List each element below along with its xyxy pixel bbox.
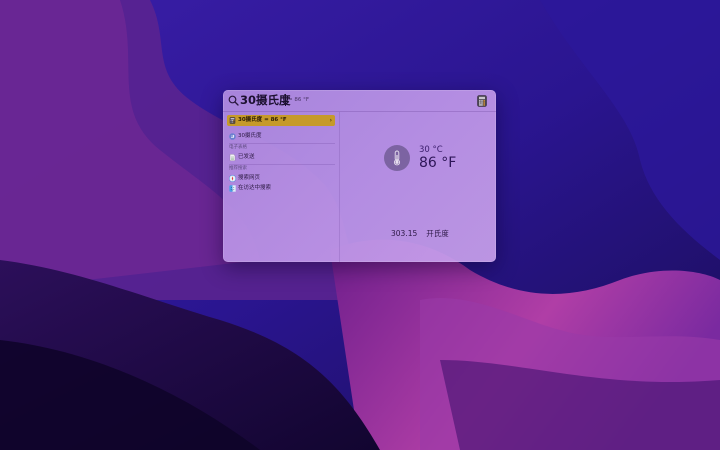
result-item-conversion[interactable]: 30摄氏度: [227, 131, 335, 141]
result-item-search-finder[interactable]: 在访达中搜索: [227, 183, 335, 193]
result-label: 30摄氏度: [238, 133, 262, 139]
search-bar[interactable]: 30摄氏度 = 86 °F: [223, 90, 496, 112]
result-item-sent[interactable]: 已发送: [227, 152, 335, 162]
finder-icon: [229, 184, 236, 192]
result-label: 在访达中搜索: [238, 185, 272, 191]
spotlight-window: 30摄氏度 = 86 °F 30摄氏度 = 86 °F › 30摄氏度 电子表格…: [223, 90, 496, 262]
search-input[interactable]: 30摄氏度: [240, 93, 291, 107]
section-divider: [229, 143, 335, 144]
thermometer-icon: [393, 150, 401, 166]
chevron-right-icon: ›: [329, 117, 332, 124]
results-list: 30摄氏度 = 86 °F › 30摄氏度 电子表格 已发送 推荐搜索 搜索网页…: [223, 112, 340, 262]
safari-icon: [229, 174, 236, 182]
conversion-icon: [229, 132, 236, 140]
conversion-from-value: 30 °C: [419, 145, 443, 155]
calculator-icon[interactable]: [477, 95, 487, 107]
text-caret: [285, 94, 286, 106]
inline-completion: = 86 °F: [288, 97, 310, 103]
search-icon: [228, 95, 239, 106]
preview-pane: 30 °C 86 °F 303.15 开氏度: [340, 112, 496, 262]
kelvin-value: 303.15: [391, 229, 418, 238]
document-icon: [229, 153, 236, 161]
conversion-badge: [384, 145, 410, 171]
result-label: 已发送: [238, 154, 255, 160]
kelvin-unit: 开氏度: [426, 229, 449, 238]
top-hit-label: 30摄氏度 = 86 °F: [238, 117, 287, 123]
top-hit-result[interactable]: 30摄氏度 = 86 °F ›: [227, 115, 335, 126]
section-header-suggested: 推荐搜索: [229, 166, 247, 171]
conversion-to-value: 86 °F: [419, 155, 457, 171]
kelvin-conversion: 303.15 开氏度: [391, 229, 449, 239]
result-item-search-web[interactable]: 搜索网页: [227, 173, 335, 183]
section-header-spreadsheets: 电子表格: [229, 145, 247, 150]
section-divider: [229, 164, 335, 165]
calculator-icon: [229, 116, 236, 124]
result-label: 搜索网页: [238, 175, 261, 181]
